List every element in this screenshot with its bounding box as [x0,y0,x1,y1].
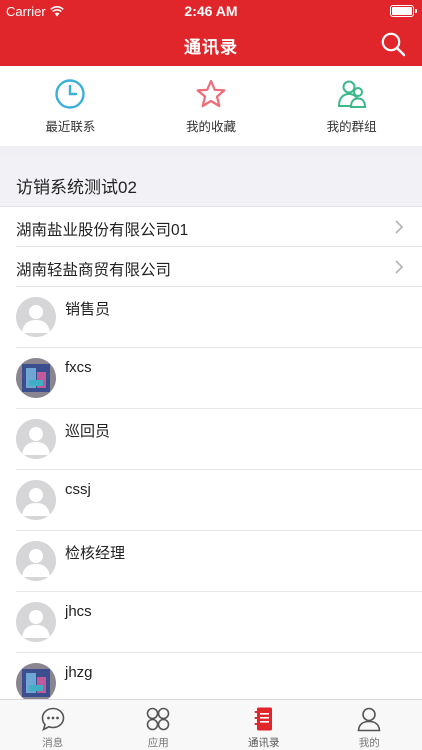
apps-icon [146,707,170,731]
avatar [16,480,56,520]
quick-link-favorites[interactable]: 我的收藏 [141,66,282,146]
clock-icon [55,79,86,109]
search-icon[interactable] [380,31,406,57]
contact-name: jhcs [65,603,92,620]
tab-apps[interactable]: 应用 [106,700,212,750]
avatar [16,541,56,581]
default-avatar-icon [16,541,56,581]
chevron-right-icon [395,260,404,274]
contact-row[interactable]: 巡回员 [16,409,422,470]
contact-row[interactable]: jhzg [16,653,422,699]
group-title: 访销系统测试02 [16,178,137,197]
default-avatar-icon [16,297,56,337]
star-icon [196,79,226,108]
chat-icon [41,707,65,732]
tab-contacts[interactable]: 通讯录 [211,700,317,750]
company-name: 湖南轻盐商贸有限公司 [16,262,172,279]
contact-name: 销售员 [65,301,111,318]
company-row[interactable]: 湖南轻盐商贸有限公司 [16,247,422,287]
quick-link-label: 我的收藏 [186,120,237,134]
tab-bar: 消息 应用 通讯录 我的 [0,699,422,750]
quick-links: 最近联系 我的收藏 我的群组 [0,66,422,146]
quick-link-label: 最近联系 [45,120,96,134]
contact-row[interactable]: 检核经理 [16,531,422,592]
contact-row[interactable]: jhcs [16,592,422,653]
avatar [16,358,56,398]
tab-profile[interactable]: 我的 [317,700,422,750]
group-header[interactable]: 访销系统测试02 [0,156,422,207]
avatar [16,663,56,699]
default-avatar-icon [16,480,56,520]
contact-name: cssj [65,481,91,498]
contact-row[interactable]: cssj [16,470,422,531]
profile-icon [357,707,381,732]
tab-label: 我的 [358,737,380,749]
company-name: 湖南盐业股份有限公司01 [16,222,189,239]
contact-row[interactable]: fxcs [16,348,422,409]
navigation-bar: Carrier 2:46 AM 通讯录 [0,0,422,66]
default-avatar-icon [16,602,56,642]
contact-row[interactable]: 销售员 [16,287,422,348]
avatar [16,419,56,459]
contact-name: fxcs [65,359,92,376]
contacts-book-icon [254,707,272,731]
group-icon [337,80,366,108]
status-bar: Carrier 2:46 AM [0,0,422,22]
photo-avatar-icon [16,358,56,398]
avatar [16,297,56,337]
page-title: 通讯录 [184,38,238,57]
contact-list[interactable]: 湖南盐业股份有限公司01 湖南轻盐商贸有限公司 销售员 fxcs 巡回员 css… [0,207,422,699]
quick-link-groups[interactable]: 我的群组 [281,66,422,146]
quick-link-label: 我的群组 [326,120,377,134]
tab-label: 通讯录 [248,737,280,749]
photo-avatar-icon [16,663,56,699]
chevron-right-icon [395,220,404,234]
contact-name: jhzg [65,664,93,681]
quick-link-recent[interactable]: 最近联系 [0,66,141,146]
tab-label: 消息 [42,737,64,749]
tab-label: 应用 [147,737,169,749]
avatar [16,602,56,642]
status-time: 2:46 AM [184,3,238,19]
contact-name: 检核经理 [65,545,126,562]
company-row[interactable]: 湖南盐业股份有限公司01 [16,207,422,247]
battery-icon [390,5,417,17]
contact-name: 巡回员 [65,423,111,440]
default-avatar-icon [16,419,56,459]
tab-messages[interactable]: 消息 [0,700,106,750]
